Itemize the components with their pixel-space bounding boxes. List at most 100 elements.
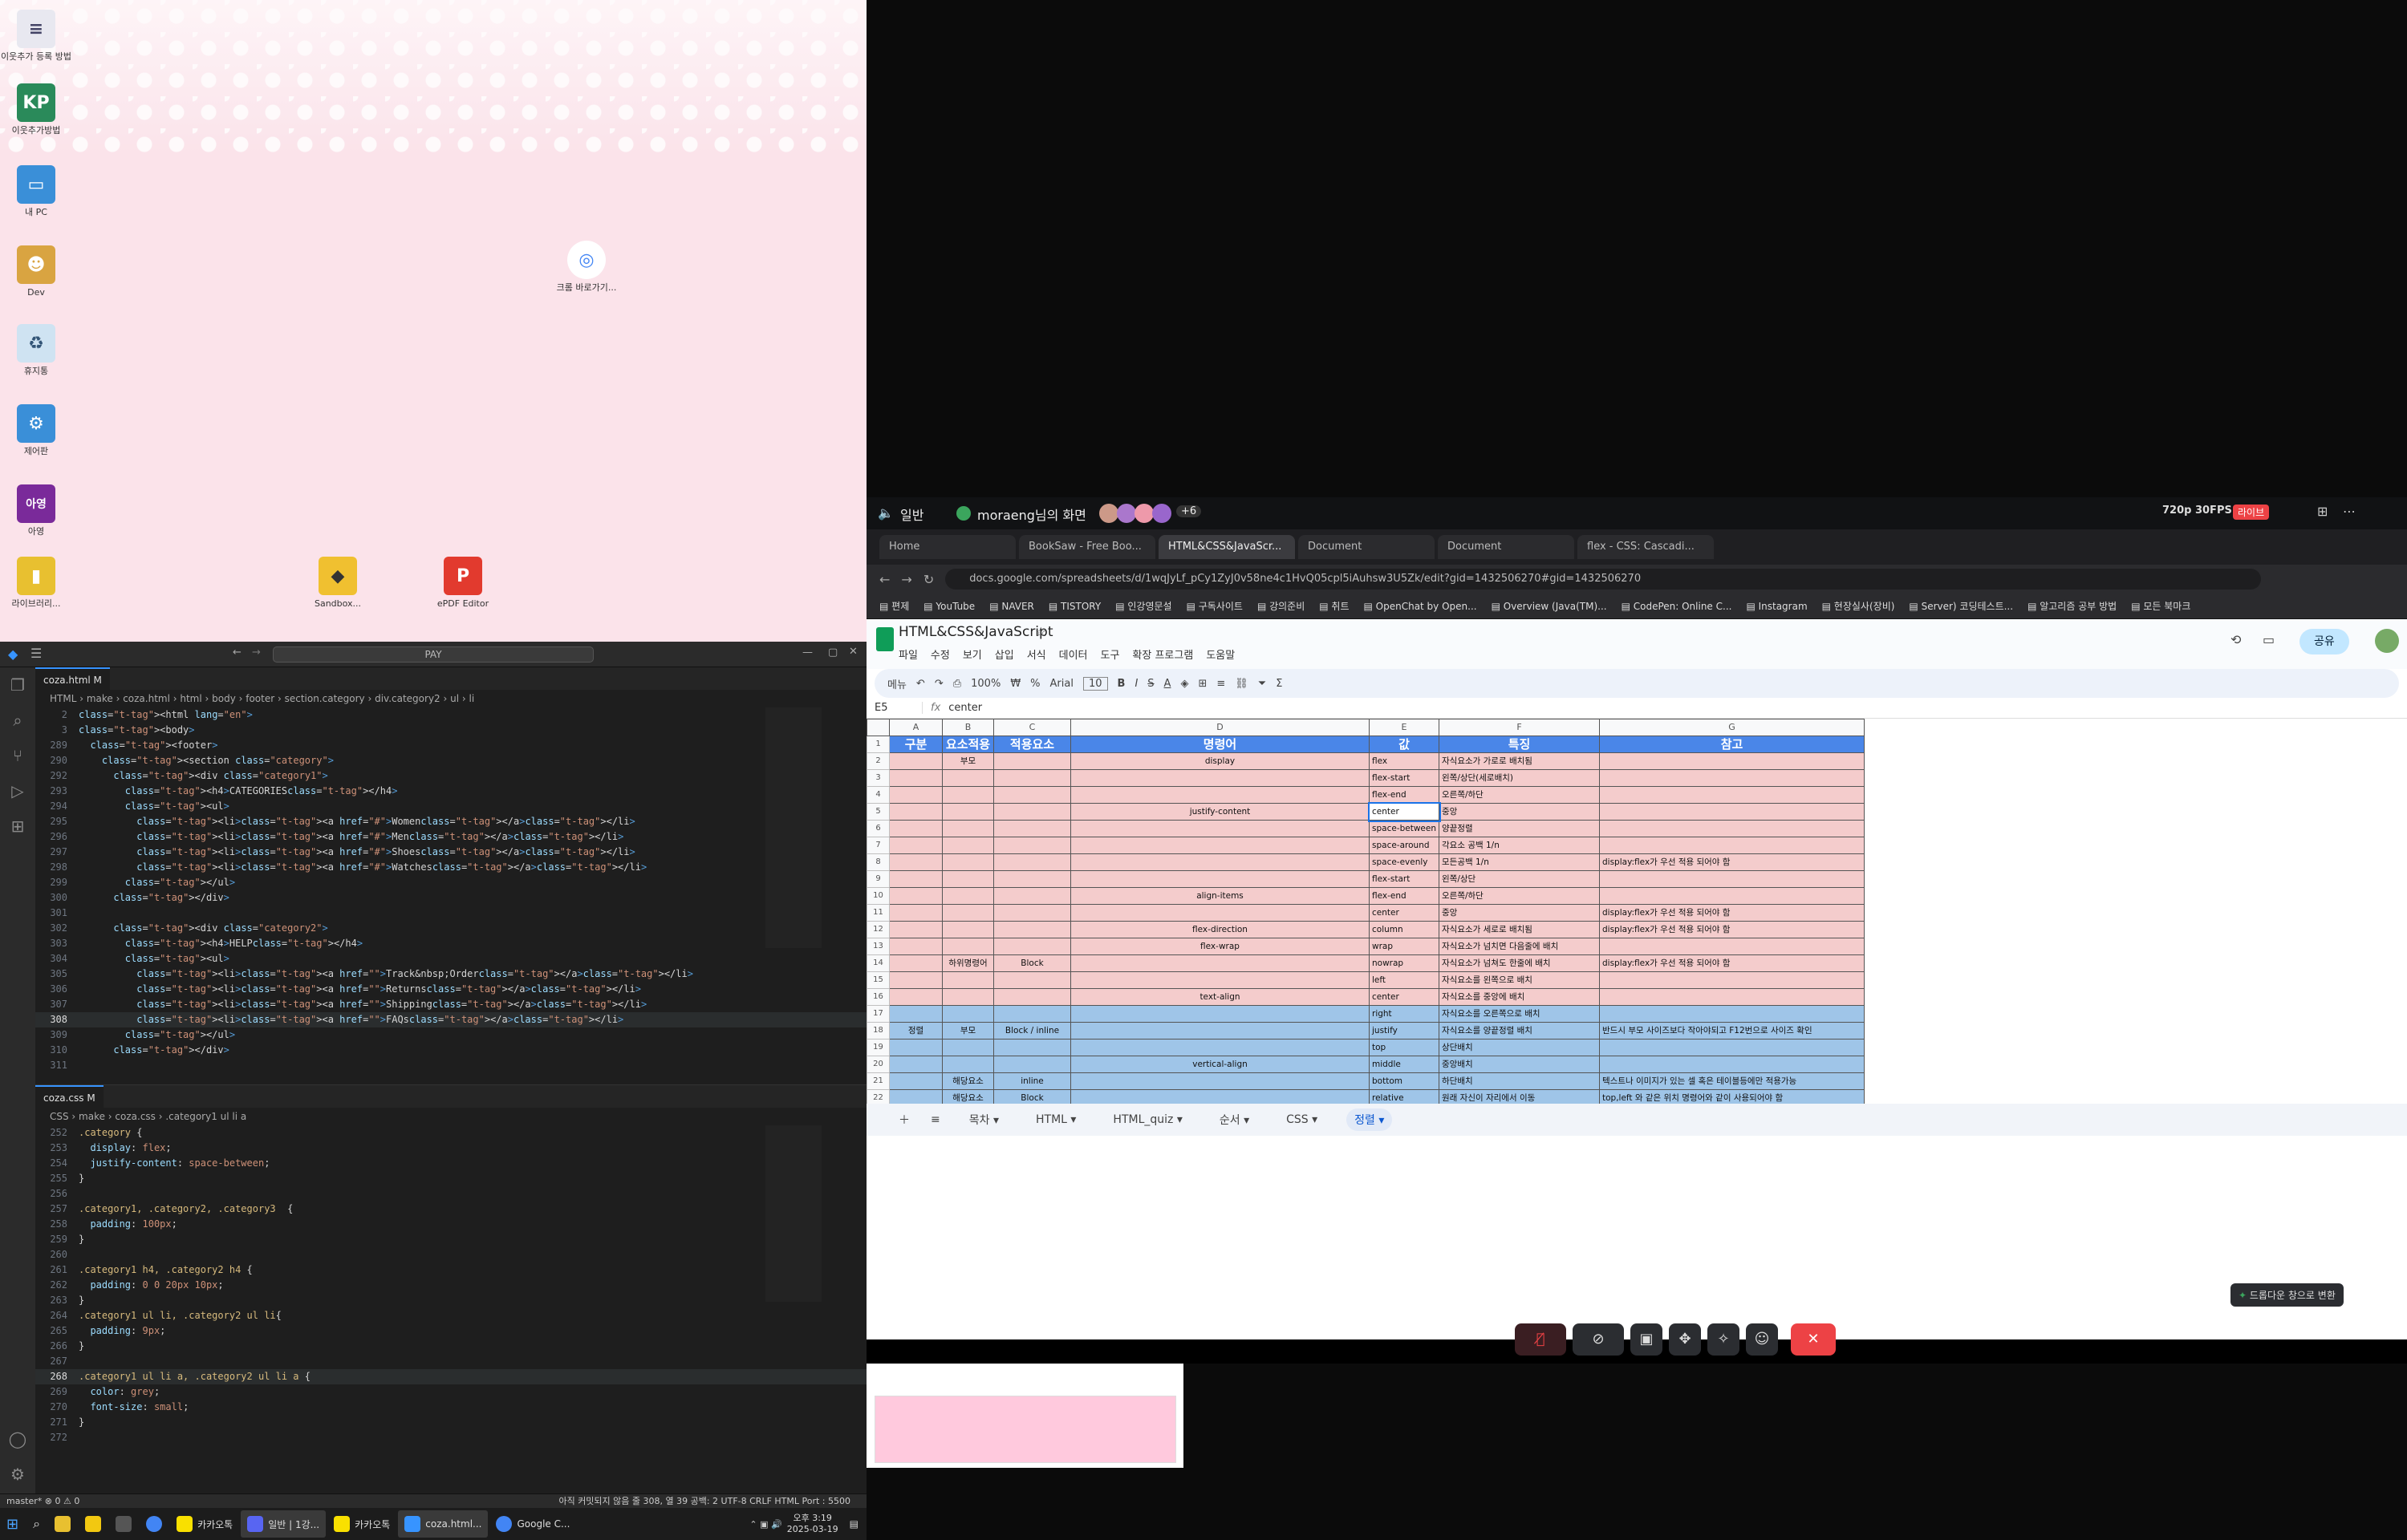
sheet-cell[interactable] [942,769,994,787]
bookmark-item[interactable]: ▤ 취트 [1319,599,1349,613]
search-icon[interactable]: ⌕ [0,703,35,738]
sum-icon[interactable]: Σ [1276,678,1282,690]
code-line[interactable]: 301 [35,906,867,921]
sheet-grid[interactable]: A B C D E F G 1 구분 요소적용 적용요소 명령어 값 특징 참고 2 부모 display flex… [867,719,1865,1104]
column-header[interactable]: E [1369,719,1439,736]
sheet-cell[interactable]: 원래 자신이 자리에서 이동 [1439,1089,1600,1104]
sheet-tab[interactable]: HTML_quiz ▾ [1105,1110,1190,1129]
code-line[interactable]: 302 class="t-tag"><div class="category2"… [35,921,867,936]
sheet-cell[interactable]: 자식요소를 중앙에 배치 [1439,988,1600,1006]
sheet-cell[interactable]: Block [993,954,1071,972]
code-line[interactable]: 294 class="t-tag"><ul> [35,799,867,814]
code-line[interactable]: 260 [35,1247,867,1262]
history-icon[interactable]: ⟲ [2230,632,2241,647]
share-button[interactable]: 공유 [2299,629,2349,654]
extensions-icon[interactable]: ⊞ [0,808,35,844]
row-number[interactable]: 5 [867,803,890,821]
desktop-icon[interactable]: ◆ Sandbox... [302,557,374,609]
row-number[interactable]: 12 [867,921,890,938]
font-select[interactable]: Arial [1050,678,1074,690]
desktop-icon[interactable]: ⚙ 제어판 [0,404,72,456]
back-arrow-icon[interactable]: ← [233,646,242,659]
align-icon[interactable]: ≡ [1216,678,1225,690]
sheet-cell[interactable]: 하단배치 [1439,1072,1600,1090]
menu-item[interactable]: 서식 [1027,646,1046,662]
activities-button[interactable]: ✥ [1669,1323,1701,1356]
sheet-cell[interactable]: 참고 [1598,736,1865,753]
sheet-cell[interactable]: 자식요소가 넘치면 다음줄에 배치 [1439,938,1600,955]
sheet-cell[interactable] [889,904,943,922]
sheet-cell[interactable] [1598,938,1865,955]
row-number[interactable]: 6 [867,820,890,837]
code-line[interactable]: 269 color: grey; [35,1384,867,1400]
sheet-cell[interactable]: 해당요소 [942,1072,994,1090]
git-branch-status[interactable]: master* ⊗ 0 ⚠ 0 [6,1494,79,1508]
menu-item[interactable]: 삽입 [995,646,1014,662]
sheet-cell[interactable] [1598,1005,1865,1023]
row-number[interactable]: 11 [867,904,890,922]
column-header[interactable]: G [1598,719,1865,736]
sheet-cell[interactable]: display [1070,752,1370,770]
comment-icon[interactable]: ▭ [2263,632,2275,647]
sheet-cell[interactable]: inline [993,1072,1071,1090]
row-number[interactable]: 19 [867,1039,890,1056]
chrome-tab[interactable]: Home [879,535,1016,559]
sheet-cell[interactable]: top [1369,1039,1439,1056]
sheet-cell[interactable]: Block / inline [993,1022,1071,1040]
sheet-cell[interactable] [942,938,994,955]
code-line[interactable]: 258 padding: 100px; [35,1217,867,1232]
font-size-input[interactable]: 10 [1082,676,1108,691]
percent-icon[interactable]: % [1030,678,1040,690]
popout-hint[interactable]: ✦ 드롭다운 창으로 변환 [2230,1283,2344,1307]
sheet-tab[interactable]: 순서 ▾ [1212,1108,1257,1131]
close-icon[interactable]: ✕ [849,646,858,658]
sheet-cell[interactable] [889,803,943,821]
code-line[interactable]: 305 class="t-tag"><li>class="t-tag"><a h… [35,967,867,982]
sheet-cell[interactable] [993,1005,1071,1023]
sheet-cell[interactable] [993,988,1071,1006]
sheet-cell[interactable]: flex [1369,752,1439,770]
mute-mic-button[interactable]: 🎙̸ [1515,1323,1566,1356]
star-icon[interactable]: ☆ [1035,624,1046,639]
filter-icon[interactable]: ⏷ [1258,678,1266,690]
row-number[interactable]: 20 [867,1056,890,1073]
sheet-cell[interactable]: flex-direction [1070,921,1370,938]
sheet-cell[interactable]: left [1369,971,1439,989]
clock[interactable]: 오후 3:19 2025-03-19 [787,1513,838,1535]
sheet-cell[interactable] [1070,769,1370,787]
sheet-cell[interactable] [889,1039,943,1056]
taskbar-app[interactable] [48,1510,77,1538]
code-line[interactable]: 255} [35,1171,867,1186]
code-line[interactable]: 309 class="t-tag"></ul> [35,1027,867,1043]
search-menu-button[interactable]: 메뉴 [887,676,907,691]
menu-icon[interactable]: ☰ [30,646,42,661]
code-line[interactable]: 310 class="t-tag"></div> [35,1043,867,1058]
editor-status[interactable]: 아직 커밋되지 않음 줄 308, 열 39 공백: 2 UTF-8 CRLF … [558,1494,850,1508]
menu-item[interactable]: 도구 [1101,646,1120,662]
code-line[interactable]: 298 class="t-tag"><li>class="t-tag"><a h… [35,860,867,875]
share-screen-button[interactable]: ▣ [1630,1323,1662,1356]
sheet-tab[interactable]: CSS ▾ [1278,1110,1325,1129]
desktop-icon[interactable]: ≡ 이웃추가 등록 방법 [0,10,72,62]
borders-icon[interactable]: ⊞ [1198,678,1207,690]
sheet-tab[interactable]: 정렬 ▾ [1346,1108,1393,1131]
sheet-cell[interactable]: 양끝정렬 [1439,820,1600,837]
taskbar-app[interactable]: coza.html... [398,1510,489,1538]
sheet-cell[interactable] [1598,803,1865,821]
desktop-icon[interactable]: ♻ 휴지통 [0,324,72,376]
taskbar-app[interactable] [140,1510,168,1538]
row-number[interactable]: 15 [867,971,890,989]
bookmark-item[interactable]: ▤ 알고리즘 공부 방법 [2027,599,2117,613]
row-number[interactable]: 7 [867,837,890,854]
explorer-icon[interactable]: ❐ [0,667,35,703]
sheet-cell[interactable] [1070,786,1370,804]
code-line[interactable]: 303 class="t-tag"><h4>HELPclass="t-tag">… [35,936,867,951]
maximize-icon[interactable]: ▢ [828,646,838,659]
menu-item[interactable]: 확장 프로그램 [1132,646,1193,662]
bookmark-item[interactable]: ▤ TISTORY [1049,601,1101,612]
code-line[interactable]: 293 class="t-tag"><h4>CATEGORIESclass="t… [35,784,867,799]
sheet-cell[interactable]: 오른쪽/하단 [1439,786,1600,804]
sheet-cell[interactable]: 왼쪽/상단(세로배치) [1439,769,1600,787]
code-line[interactable]: 271} [35,1415,867,1430]
chrome-tab[interactable]: BookSaw - Free Boo... [1019,535,1155,559]
